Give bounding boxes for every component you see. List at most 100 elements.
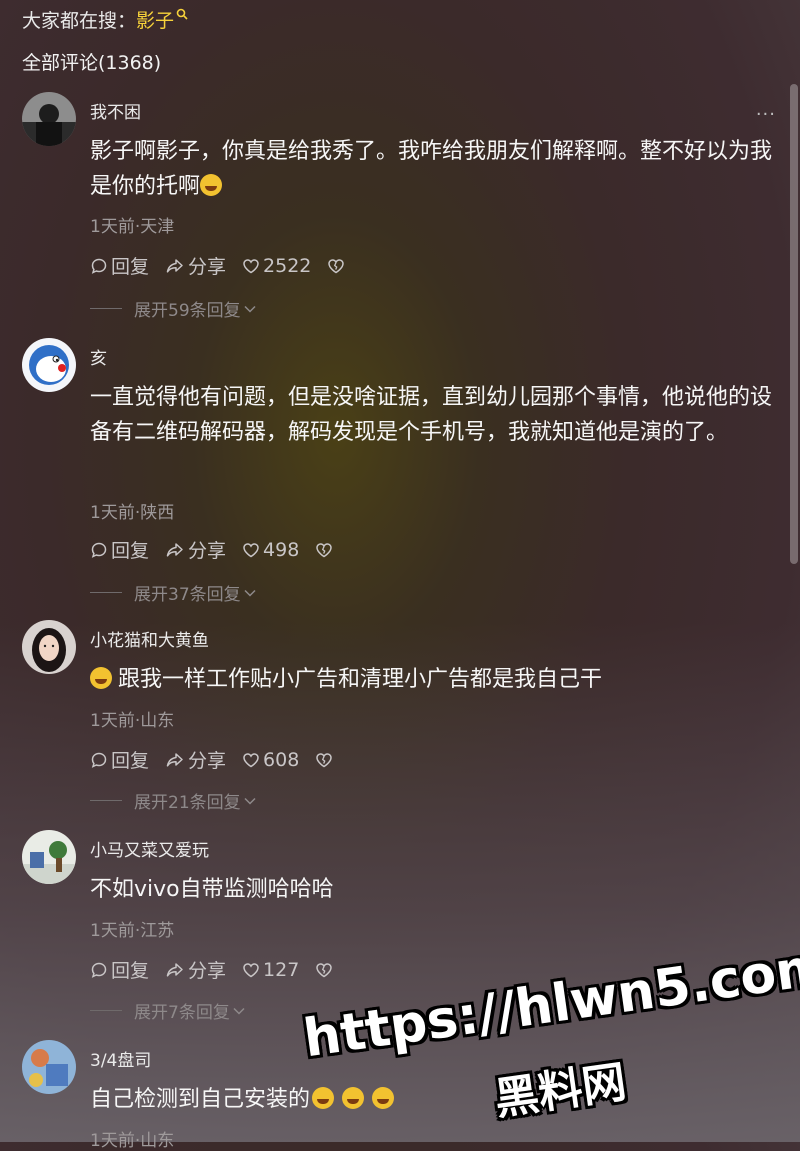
grinning-emoji-icon (342, 1087, 365, 1109)
expand-replies-label: 展开59条回复 (134, 301, 241, 321)
expand-replies-label: 展开21条回复 (134, 793, 241, 813)
expand-divider (90, 308, 122, 309)
like-count: 498 (263, 538, 300, 561)
expand-replies-label: 展开37条回复 (134, 585, 241, 605)
comment-text: 一直觉得他有问题，但是没啥证据，直到幼儿园那个事情，他说他的设备有二维码解码器，… (90, 385, 773, 445)
broken-heart-icon (328, 258, 345, 273)
like-button[interactable]: 498 (242, 539, 299, 561)
avatar[interactable] (22, 830, 76, 884)
dislike-button[interactable] (315, 961, 336, 979)
share-arrow-icon (166, 542, 183, 557)
dislike-button[interactable] (315, 541, 336, 559)
comment-body: 自己检测到自己安装的 (90, 1087, 311, 1112)
chevron-down-icon (244, 797, 256, 805)
share-button[interactable]: 分享 (165, 536, 226, 563)
comment-body: 跟我一样工作贴小广告和清理小广告都是我自己干 (118, 667, 603, 692)
comment-item: 小花猫和大黄鱼 跟我一样工作贴小广告和清理小广告都是我自己干 1天前·山东 回复… (0, 620, 780, 820)
dislike-button[interactable] (315, 751, 336, 769)
comment-actions: 回复 分享 127 (90, 956, 352, 983)
share-button[interactable]: 分享 (165, 956, 226, 983)
reply-button[interactable]: 回复 (90, 956, 149, 983)
comment-bubble-icon (91, 962, 107, 978)
share-arrow-icon (166, 258, 183, 273)
comment-bubble-icon (91, 542, 107, 558)
avatar[interactable] (22, 1040, 76, 1094)
share-label: 分享 (188, 256, 227, 278)
comment-username[interactable]: 3/4盘司 (90, 1046, 151, 1071)
comment-username[interactable]: 小花猫和大黄鱼 (90, 626, 209, 651)
grinning-emoji-icon (312, 1087, 335, 1109)
expand-replies-button[interactable]: 展开7条回复 (90, 998, 246, 1023)
avatar[interactable] (22, 92, 76, 146)
comment-actions: 回复 分享 608 (90, 746, 352, 773)
share-label: 分享 (188, 540, 227, 562)
comment-actions: 回复 分享 2522 (90, 252, 364, 279)
scrollbar-thumb[interactable] (790, 84, 798, 564)
expand-replies-label: 展开7条回复 (134, 1003, 230, 1023)
laughing-emoji-icon (90, 667, 112, 689)
reply-label: 回复 (111, 960, 150, 982)
expand-replies-button[interactable]: 展开59条回复 (90, 296, 257, 321)
like-button[interactable]: 2522 (242, 255, 311, 277)
share-arrow-icon (166, 962, 183, 977)
like-button[interactable]: 608 (242, 749, 299, 771)
chevron-down-icon (244, 305, 256, 313)
reply-label: 回复 (111, 256, 150, 278)
expand-replies-button[interactable]: 展开21条回复 (90, 788, 257, 813)
search-suggestion[interactable]: 大家都在搜：影子 (22, 6, 188, 33)
chevron-down-icon (244, 589, 256, 597)
comment-username[interactable]: 我不困 (90, 98, 141, 123)
comment-item: 我不困 ··· 影子啊影子，你真是给我秀了。我咋给我朋友们解释啊。整不好以为我是… (0, 92, 780, 332)
comment-meta: 1天前·陕西 (90, 503, 175, 523)
grinning-emoji-icon (372, 1087, 395, 1109)
like-count: 127 (263, 958, 300, 981)
expand-divider (90, 800, 122, 801)
like-button[interactable]: 127 (242, 959, 299, 981)
like-count: 608 (263, 748, 300, 771)
comment-username[interactable]: 亥 (90, 344, 107, 369)
reply-button[interactable]: 回复 (90, 252, 149, 279)
share-label: 分享 (188, 960, 227, 982)
comment-bubble-icon (91, 752, 107, 768)
reply-button[interactable]: 回复 (90, 746, 149, 773)
heart-icon (243, 258, 259, 273)
comment-text: 自己检测到自己安装的 (90, 1082, 780, 1117)
share-button[interactable]: 分享 (165, 746, 226, 773)
search-suggestion-prefix: 大家都在搜： (22, 10, 137, 32)
dislike-button[interactable] (327, 257, 348, 275)
heart-icon (243, 962, 259, 977)
broken-heart-icon (316, 752, 333, 767)
search-icon (176, 8, 188, 20)
share-arrow-icon (166, 752, 183, 767)
comment-body: 影子啊影子，你真是给我秀了。我咋给我朋友们解释啊。整不好以为我是你的托啊 (90, 139, 773, 199)
avatar[interactable] (22, 338, 76, 392)
reply-label: 回复 (111, 540, 150, 562)
expand-divider (90, 1010, 122, 1011)
comment-text: 不如vivo自带监测哈哈哈 (90, 877, 334, 902)
comment-text: 跟我一样工作贴小广告和清理小广告都是我自己干 (90, 662, 780, 697)
ellipsis-icon[interactable]: ··· (756, 104, 776, 125)
broken-heart-icon (316, 962, 333, 977)
expand-divider (90, 592, 122, 593)
comment-meta: 1天前·天津 (90, 217, 175, 237)
comment-count-title: 全部评论(1368) (22, 52, 162, 74)
heart-icon (243, 542, 259, 557)
comment-text: 影子啊影子，你真是给我秀了。我咋给我朋友们解释啊。整不好以为我是你的托啊 (90, 134, 780, 204)
search-keyword-link[interactable]: 影子 (136, 10, 174, 32)
chevron-down-icon (233, 1007, 245, 1015)
comment-actions: 回复 分享 498 (90, 536, 352, 563)
broken-heart-icon (316, 542, 333, 557)
like-count: 2522 (263, 254, 312, 277)
expand-replies-button[interactable]: 展开37条回复 (90, 580, 257, 605)
comment-meta: 1天前·山东 (90, 1131, 175, 1151)
comment-bubble-icon (91, 258, 107, 274)
comment-meta: 1天前·江苏 (90, 921, 175, 941)
reply-label: 回复 (111, 750, 150, 772)
comment-meta: 1天前·山东 (90, 711, 175, 731)
share-button[interactable]: 分享 (165, 252, 226, 279)
reply-button[interactable]: 回复 (90, 536, 149, 563)
share-label: 分享 (188, 750, 227, 772)
heart-icon (243, 752, 259, 767)
avatar[interactable] (22, 620, 76, 674)
comment-username[interactable]: 小马又菜又爱玩 (90, 836, 209, 861)
